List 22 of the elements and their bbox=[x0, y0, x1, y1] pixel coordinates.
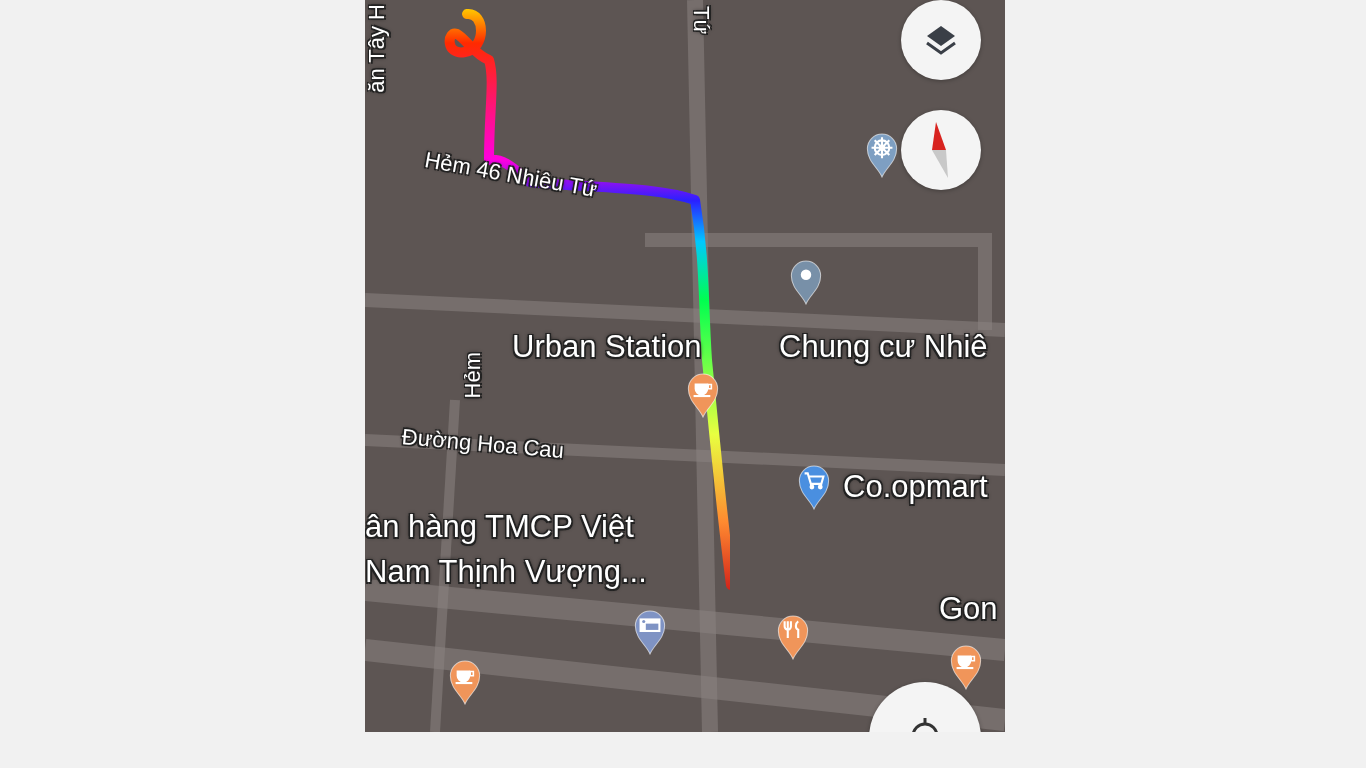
place-label: Nam Thịnh Vượng... bbox=[365, 555, 647, 590]
place-label: ân hàng TMCP Việt bbox=[365, 510, 634, 545]
street-label: Đường Hoa Cau bbox=[400, 425, 565, 464]
shopping-pin-icon[interactable] bbox=[797, 464, 831, 510]
generic-pin-icon[interactable] bbox=[789, 259, 823, 305]
atm-pin-icon[interactable] bbox=[633, 609, 667, 655]
place-label: Gon bbox=[939, 592, 998, 627]
compass-button[interactable] bbox=[901, 110, 981, 190]
temple-pin-icon[interactable] bbox=[865, 132, 899, 178]
street-label: Hẻm bbox=[461, 352, 486, 399]
layers-button[interactable] bbox=[901, 0, 981, 80]
restaurant-pin-icon[interactable] bbox=[776, 614, 810, 660]
coffee-pin-icon[interactable] bbox=[949, 644, 983, 690]
street-label: ăn Tây H bbox=[365, 4, 390, 93]
street-label: Hẻm 46 Nhiêu Tứ bbox=[422, 148, 599, 203]
place-label: Chung cư Nhiê bbox=[779, 330, 988, 365]
place-label: Co.opmart bbox=[843, 470, 988, 505]
street-label: Tứ bbox=[688, 6, 713, 35]
place-label: Urban Station bbox=[512, 330, 702, 365]
satellite-map-placeholder[interactable]: ăn Tây H Tứ Hẻm 46 Nhiêu Tứ Urban Station Chung cư Nhiê Hẻm Đường Hoa Cau Co.opmart ân hàng TMCP Việt Nam Thịnh Vượng... Gon bbox=[365, 0, 1005, 732]
coffee-pin-icon[interactable] bbox=[448, 659, 482, 705]
coffee-pin-icon[interactable] bbox=[686, 372, 720, 418]
